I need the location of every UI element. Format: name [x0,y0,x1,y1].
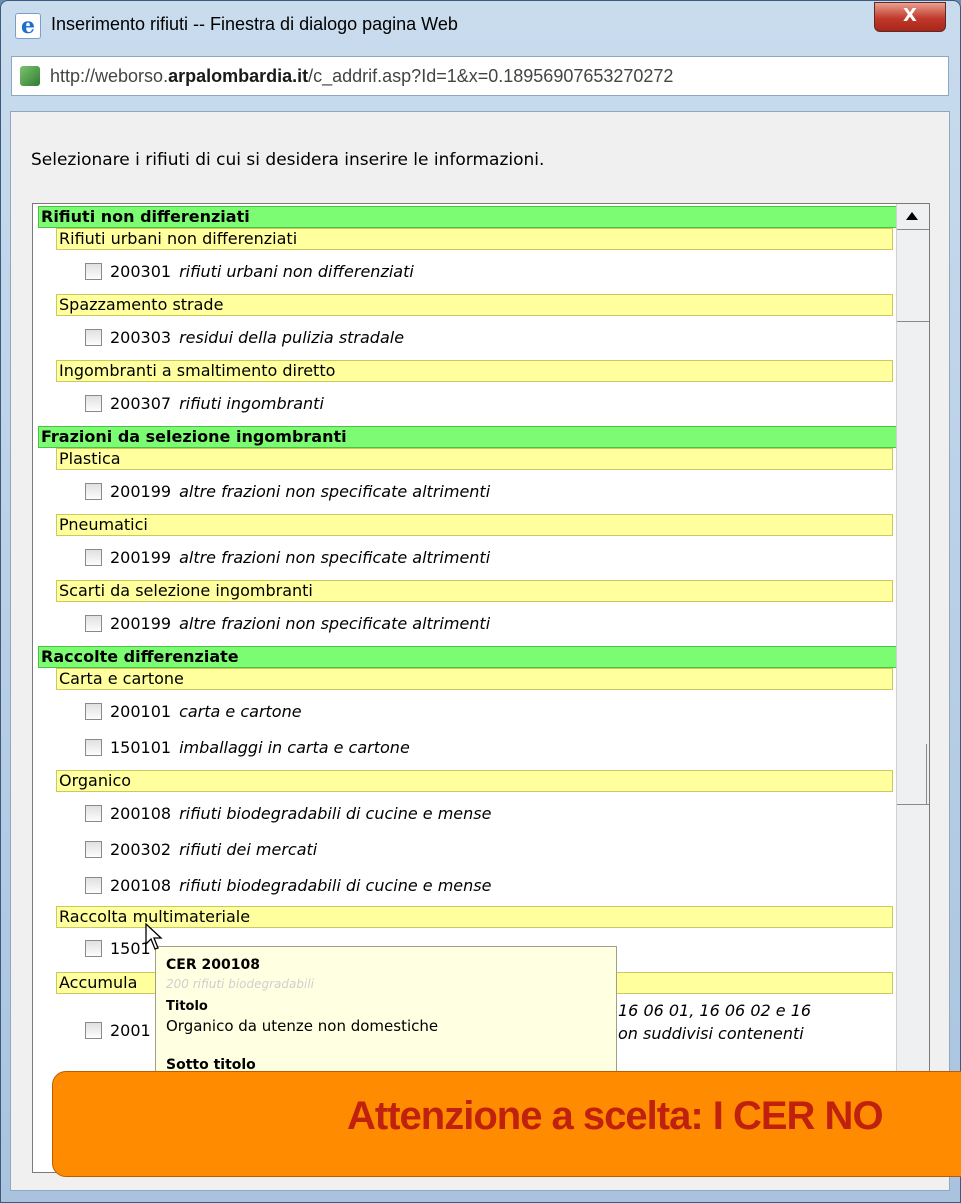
item-checkbox[interactable] [85,877,102,894]
cer-description: altre frazioni non specificate altriment… [179,482,491,501]
cer-code: 200199 [110,548,172,567]
subcategory-header: Spazzamento strade [56,294,893,316]
tooltip-title-value: Organico da utenze non domestiche [166,1017,439,1035]
scroll-divider [897,321,929,322]
cer-code: 200301 [110,262,172,281]
cer-description: rifiuti biodegradabili di cucine e mense [179,804,492,823]
cer-description: altre frazioni non specificate altriment… [179,548,491,567]
warning-banner: Attenzione a scelta: I CER NO [52,1071,961,1177]
dialog-window: e Inserimento rifiuti -- Finestra di dia… [0,0,961,1203]
subcategory-header: Carta e cartone [56,668,893,690]
item-checkbox[interactable] [85,263,102,280]
item-checkbox[interactable] [85,739,102,756]
list-item: 200302 rifiuti dei mercati [85,838,317,862]
item-checkbox[interactable] [85,703,102,720]
cer-code: 200108 [110,804,172,823]
cer-description: residui della pulizia stradale [179,328,405,347]
list-item: 200199 altre frazioni non specificate alt… [85,480,490,504]
list-item: 150101 imballaggi in carta e cartone [85,736,410,760]
window-title: Inserimento rifiuti -- Finestra di dialo… [51,14,458,34]
item-checkbox[interactable] [85,841,102,858]
cer-code: 200108 [110,876,172,895]
cer-description: rifiuti dei mercati [179,840,318,859]
address-bar: http://weborso.arpalombardia.it/c_addrif… [11,56,949,96]
ie-icon: e [15,13,41,39]
list-item: 200199 altre frazioni non specificate alt… [85,546,490,570]
list-item: 200303 residui della pulizia stradale [85,326,404,350]
subcategory-header: Pneumatici [56,514,893,536]
cer-description: rifiuti biodegradabili di cucine e mense [179,876,492,895]
item-checkbox[interactable] [85,615,102,632]
vertical-scrollbar[interactable] [896,204,929,1172]
cer-code: 200199 [110,482,172,501]
cer-description: rifiuti ingombranti [179,394,324,413]
subcategory-header: Scarti da selezione ingombranti [56,580,893,602]
subcategory-header: Ingombranti a smaltimento diretto [56,360,893,382]
list-item: 200199 altre frazioni non specificate alt… [85,612,490,636]
mouse-cursor-icon [145,923,163,950]
item-description-fragment: on suddivisi contenenti [618,1024,804,1043]
item-checkbox[interactable] [85,483,102,500]
close-button[interactable]: X [874,2,946,32]
list-item: 200301 rifiuti urbani non differenziati [85,260,414,284]
cer-code: 200307 [110,394,172,413]
warning-banner-text: Attenzione a scelta: I CER NO [347,1094,884,1138]
list-item: 200108 rifiuti biodegradabili di cucine e… [85,802,491,826]
scroll-divider [897,229,929,230]
cer-description: rifiuti urbani non differenziati [179,262,414,281]
category-header: Rifiuti non differenziati [38,206,898,228]
scroll-up-arrow-icon[interactable] [906,212,918,220]
list-item: 200101 carta e cartone [85,700,302,724]
instruction-text: Selezionare i rifiuti di cui si desidera… [31,150,545,170]
cer-code: 200302 [110,840,172,859]
item-description-fragment: 16 06 01, 16 06 02 e 16 [618,1001,812,1020]
list-item: 200108 rifiuti biodegradabili di cucine e… [85,874,491,898]
list-item: 2001 [85,1019,159,1043]
cer-description: altre frazioni non specificate altriment… [179,614,491,633]
cer-code: 150101 [110,738,172,757]
category-header: Frazioni da selezione ingombranti [38,426,898,448]
scroll-thumb-edge [926,744,927,804]
cer-description: carta e cartone [179,702,302,721]
cer-code: 200199 [110,614,172,633]
cer-description: imballaggi in carta e cartone [179,738,410,757]
cer-code: 2001 [110,1021,151,1040]
category-header: Raccolte differenziate [38,646,898,668]
item-checkbox[interactable] [85,329,102,346]
scroll-divider [897,804,929,805]
item-checkbox[interactable] [85,1022,102,1039]
list-item: 200307 rifiuti ingombranti [85,392,324,416]
item-checkbox[interactable] [85,805,102,822]
tooltip-cer: CER 200108 [166,957,260,973]
item-checkbox[interactable] [85,549,102,566]
cer-code: 200303 [110,328,172,347]
tooltip-title-label: Titolo [166,999,208,1014]
item-checkbox[interactable] [85,395,102,412]
subcategory-header: Organico [56,770,893,792]
subcategory-header: Plastica [56,448,893,470]
cer-code: 200101 [110,702,172,721]
title-bar[interactable]: e Inserimento rifiuti -- Finestra di dia… [1,1,960,49]
subcategory-header: Raccolta multimateriale [56,906,893,928]
ghost-text: 200 rifiuti biodegradabili [166,977,314,991]
url-text: http://weborso.arpalombardia.it/c_addrif… [50,66,674,86]
security-icon [20,66,40,86]
item-checkbox[interactable] [85,940,102,957]
subcategory-header: Rifiuti urbani non differenziati [56,228,893,250]
